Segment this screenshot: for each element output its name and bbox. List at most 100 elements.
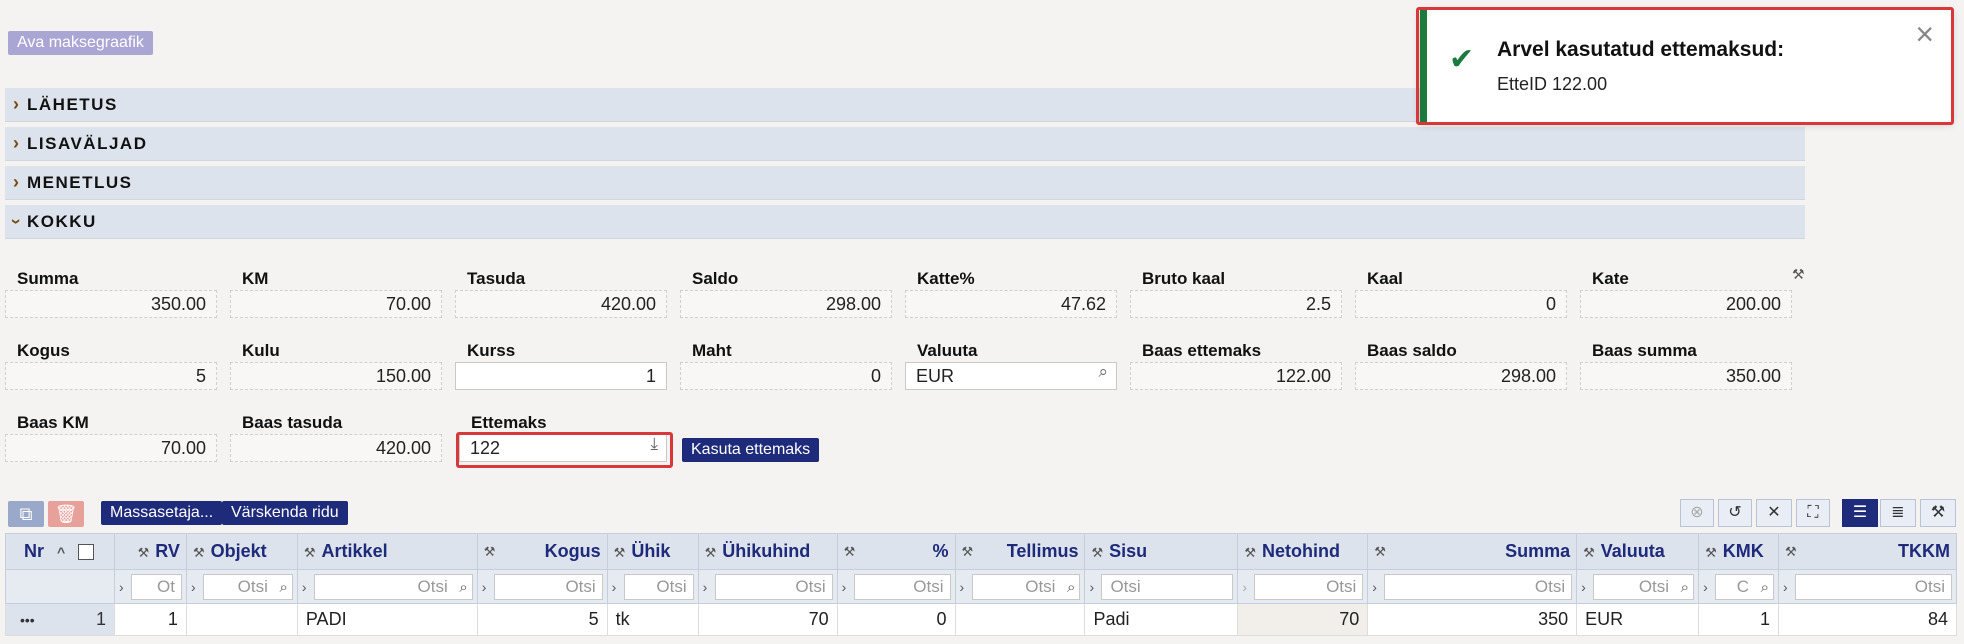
filter-tellimus[interactable]: Otsi ⌕: [971, 573, 1081, 600]
col-tellimus[interactable]: ⚒ Tellimus: [954, 533, 1086, 570]
kurss-input[interactable]: 1: [455, 362, 667, 390]
cell-tellimus[interactable]: [954, 603, 1086, 636]
settings-wrench-icon[interactable]: ⚒: [1920, 499, 1956, 527]
wrench-icon[interactable]: ⚒: [705, 545, 717, 560]
col-kogus[interactable]: ⚒ Kogus: [476, 533, 608, 570]
search-icon[interactable]: ⌕: [279, 576, 287, 600]
cell-objekt[interactable]: [185, 603, 298, 636]
col-sisu[interactable]: ⚒ Sisu: [1084, 533, 1239, 570]
section-menetlus[interactable]: › MENETLUS: [5, 166, 1805, 200]
col-yhikuhind[interactable]: ⚒ Ühikuhind: [697, 533, 838, 570]
col-kmk[interactable]: ⚒ KMK: [1698, 533, 1780, 570]
cell-artikkel[interactable]: PADI: [296, 603, 478, 636]
col-artikkel[interactable]: ⚒ Artikkel: [296, 533, 478, 570]
chevron-right-icon[interactable]: ›: [842, 579, 854, 595]
filter-kmk[interactable]: C ⌕: [1715, 573, 1775, 600]
fullscreen-icon[interactable]: ⛶: [1796, 499, 1830, 527]
section-kokku[interactable]: › KOKKU: [5, 205, 1805, 239]
filter-valuuta[interactable]: Otsi ⌕: [1593, 573, 1695, 600]
chevron-right-icon[interactable]: ›: [1372, 579, 1384, 595]
col-rv[interactable]: ⚒ RV: [113, 533, 187, 570]
copy-icon[interactable]: ⧉: [8, 501, 44, 527]
chevron-right-icon[interactable]: ›: [1783, 579, 1795, 595]
cell-rv[interactable]: 1: [113, 603, 187, 636]
search-icon[interactable]: ⌕: [1098, 359, 1108, 385]
chevron-right-icon[interactable]: ›: [191, 579, 203, 595]
col-yhik[interactable]: ⚒ Ühik: [606, 533, 699, 570]
maht-value: 0: [680, 362, 892, 390]
cell-sisu[interactable]: Padi: [1084, 603, 1239, 636]
col-nr[interactable]: Nr ^: [5, 533, 115, 570]
filter-yhikuhind[interactable]: Otsi: [714, 573, 833, 600]
col-tkkm[interactable]: ⚒ TKKM: [1778, 533, 1957, 570]
chevron-right-icon[interactable]: ›: [482, 579, 494, 595]
filter-protsent[interactable]: Otsi: [853, 573, 951, 600]
wrench-icon[interactable]: ⚒: [138, 545, 150, 560]
trash-icon[interactable]: 🗑: [48, 501, 84, 527]
cell-protsent[interactable]: 0: [836, 603, 956, 636]
col-summa[interactable]: ⚒ Summa: [1367, 533, 1578, 570]
filter-objekt[interactable]: Otsi ⌕: [202, 573, 293, 600]
chevron-right-icon[interactable]: ›: [1242, 579, 1254, 595]
filter-summa[interactable]: Otsi: [1384, 573, 1573, 600]
wrench-icon[interactable]: ⚒: [1244, 545, 1256, 560]
wrench-icon[interactable]: ⚒: [1792, 266, 1805, 283]
chevron-right-icon[interactable]: ›: [703, 579, 715, 595]
undo-icon[interactable]: ↺: [1718, 499, 1752, 527]
cell-yhik[interactable]: tk: [606, 603, 699, 636]
filter-tkkm[interactable]: Otsi: [1795, 573, 1952, 600]
search-icon[interactable]: ⌕: [1681, 576, 1689, 600]
cell-tkkm[interactable]: 84: [1778, 603, 1957, 636]
cell-valuuta[interactable]: EUR: [1576, 603, 1700, 636]
search-icon[interactable]: ⌕: [1761, 576, 1769, 600]
wrench-icon[interactable]: ⚒: [1705, 545, 1717, 560]
filter-kogus[interactable]: Otsi: [493, 573, 603, 600]
list-view-icon[interactable]: ☰: [1842, 499, 1878, 527]
excel-export-icon[interactable]: ✕: [1756, 499, 1792, 527]
search-icon[interactable]: ⌕: [1067, 576, 1075, 600]
filter-yhik[interactable]: Otsi: [623, 573, 694, 600]
filter-netohind[interactable]: Otsi: [1254, 573, 1364, 600]
chevron-right-icon[interactable]: ›: [612, 579, 624, 595]
section-lisavaljad[interactable]: › LISAVÄLJAD: [5, 127, 1805, 161]
table-row[interactable]: ••• 1 1 PADI 5 tk 70 0 Padi 70 350 EUR 1…: [5, 603, 1957, 636]
wrench-icon[interactable]: ⚒: [193, 545, 205, 560]
refresh-rows-button[interactable]: Värskenda ridu: [222, 501, 348, 525]
chevron-right-icon[interactable]: ›: [1581, 579, 1593, 595]
filter-artikkel[interactable]: Otsi ⌕: [313, 573, 473, 600]
sort-up-icon[interactable]: ^: [57, 544, 65, 560]
wrench-icon[interactable]: ⚒: [844, 544, 856, 560]
mass-setter-button[interactable]: Massasetaja...: [101, 501, 223, 525]
filter-rv[interactable]: Ot: [130, 573, 182, 600]
wrench-icon[interactable]: ⚒: [1374, 544, 1386, 560]
cell-summa[interactable]: 350: [1367, 603, 1578, 636]
col-valuuta[interactable]: ⚒ Valuuta: [1576, 533, 1700, 570]
clear-filter-icon[interactable]: ⊗: [1680, 499, 1714, 527]
col-netohind[interactable]: ⚒ Netohind: [1237, 533, 1369, 570]
chevron-right-icon[interactable]: ›: [1703, 579, 1715, 595]
use-prepayment-button[interactable]: Kasuta ettemaks: [682, 438, 820, 462]
chevron-right-icon[interactable]: ›: [1089, 579, 1101, 595]
compact-view-icon[interactable]: ≣: [1880, 499, 1916, 527]
row-menu-icon[interactable]: •••: [20, 612, 35, 628]
col-protsent[interactable]: ⚒%: [836, 533, 956, 570]
wrench-icon[interactable]: ⚒: [1785, 544, 1797, 560]
filter-sisu[interactable]: Otsi: [1101, 573, 1234, 600]
chevron-right-icon[interactable]: ›: [960, 579, 972, 595]
search-icon[interactable]: ⌕: [459, 576, 467, 600]
select-all-checkbox[interactable]: [78, 544, 95, 561]
cell-kmk[interactable]: 1: [1698, 603, 1780, 636]
col-objekt[interactable]: ⚒ Objekt: [185, 533, 298, 570]
cell-kogus[interactable]: 5: [476, 603, 608, 636]
wrench-icon[interactable]: ⚒: [962, 544, 974, 560]
wrench-icon[interactable]: ⚒: [1091, 545, 1103, 560]
wrench-icon[interactable]: ⚒: [614, 545, 626, 560]
valuuta-input[interactable]: EUR ⌕: [905, 362, 1117, 390]
wrench-icon[interactable]: ⚒: [1583, 545, 1595, 560]
chevron-right-icon[interactable]: ›: [302, 579, 314, 595]
payment-schedule-button[interactable]: Ava maksegraafik: [8, 31, 153, 55]
wrench-icon[interactable]: ⚒: [304, 545, 316, 560]
chevron-right-icon[interactable]: ›: [119, 579, 131, 595]
cell-yhikuhind[interactable]: 70: [697, 603, 838, 636]
wrench-icon[interactable]: ⚒: [484, 544, 496, 560]
